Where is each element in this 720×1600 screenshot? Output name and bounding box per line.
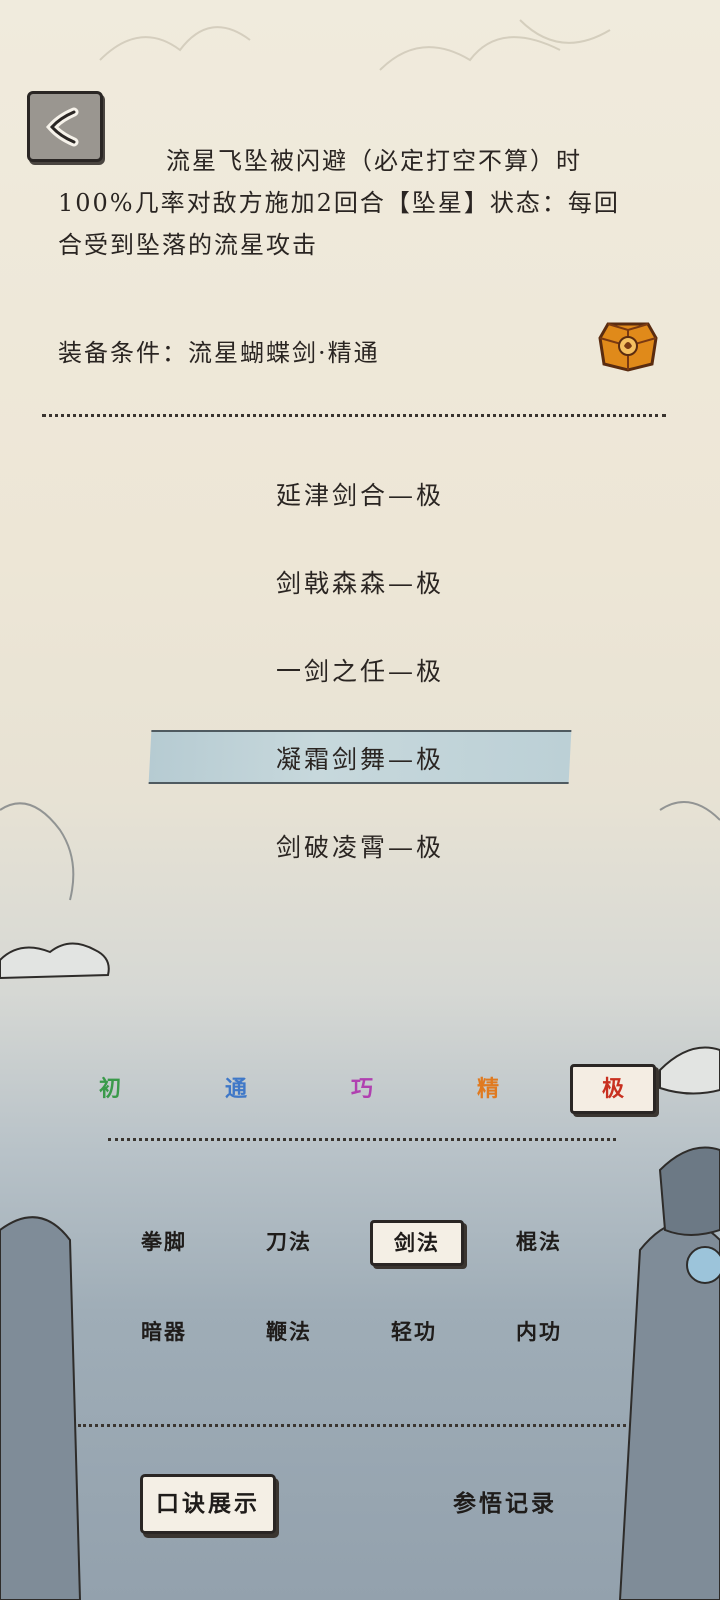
divider-top bbox=[42, 414, 666, 417]
tier-tab-ji[interactable]: 极 bbox=[570, 1064, 656, 1114]
tier-tabs: 初 通 巧 精 极 bbox=[0, 1064, 720, 1114]
category-gunfa[interactable]: 棍法 bbox=[495, 1220, 583, 1264]
category-bianfa[interactable]: 鞭法 bbox=[245, 1310, 333, 1354]
skill-item[interactable]: 剑破凌霄—极 bbox=[0, 828, 720, 864]
divider-middle bbox=[108, 1138, 616, 1141]
category-jianfa[interactable]: 剑法 bbox=[370, 1220, 464, 1266]
equip-condition: 装备条件：流星蝴蝶剑·精通 bbox=[58, 339, 380, 367]
treasure-chest-icon[interactable] bbox=[598, 316, 658, 372]
skill-item[interactable]: 剑戟森森—极 bbox=[0, 564, 720, 600]
formula-display-button[interactable]: 口诀展示 bbox=[140, 1474, 276, 1534]
category-anqi[interactable]: 暗器 bbox=[120, 1310, 208, 1354]
category-neigong[interactable]: 内功 bbox=[495, 1310, 583, 1354]
skill-description: 流星飞坠被闪避（必定打空不算）时 100%几率对敌方施加2回合【坠星】状态：每回… bbox=[58, 140, 658, 266]
category-quanjiao[interactable]: 拳脚 bbox=[120, 1220, 208, 1264]
tier-tab-chu[interactable]: 初 bbox=[70, 1064, 150, 1114]
skill-item[interactable]: 一剑之任—极 bbox=[0, 652, 720, 688]
tier-tab-tong[interactable]: 通 bbox=[196, 1064, 276, 1114]
category-qinggong[interactable]: 轻功 bbox=[370, 1310, 458, 1354]
tier-tab-jing[interactable]: 精 bbox=[448, 1064, 528, 1114]
description-line-1: 流星飞坠被闪避（必定打空不算）时 bbox=[166, 147, 582, 175]
skill-item-selected[interactable]: 凝霜剑舞—极 bbox=[0, 740, 720, 776]
description-line-3: 合受到坠落的流星攻击 bbox=[58, 231, 318, 259]
divider-bottom bbox=[78, 1424, 626, 1427]
comprehension-record-button[interactable]: 参悟记录 bbox=[440, 1484, 570, 1524]
tier-tab-qiao[interactable]: 巧 bbox=[322, 1064, 402, 1114]
skill-item[interactable]: 延津剑合—极 bbox=[0, 476, 720, 512]
description-line-2: 100%几率对敌方施加2回合【坠星】状态：每回 bbox=[58, 189, 620, 217]
category-daofa[interactable]: 刀法 bbox=[245, 1220, 333, 1264]
